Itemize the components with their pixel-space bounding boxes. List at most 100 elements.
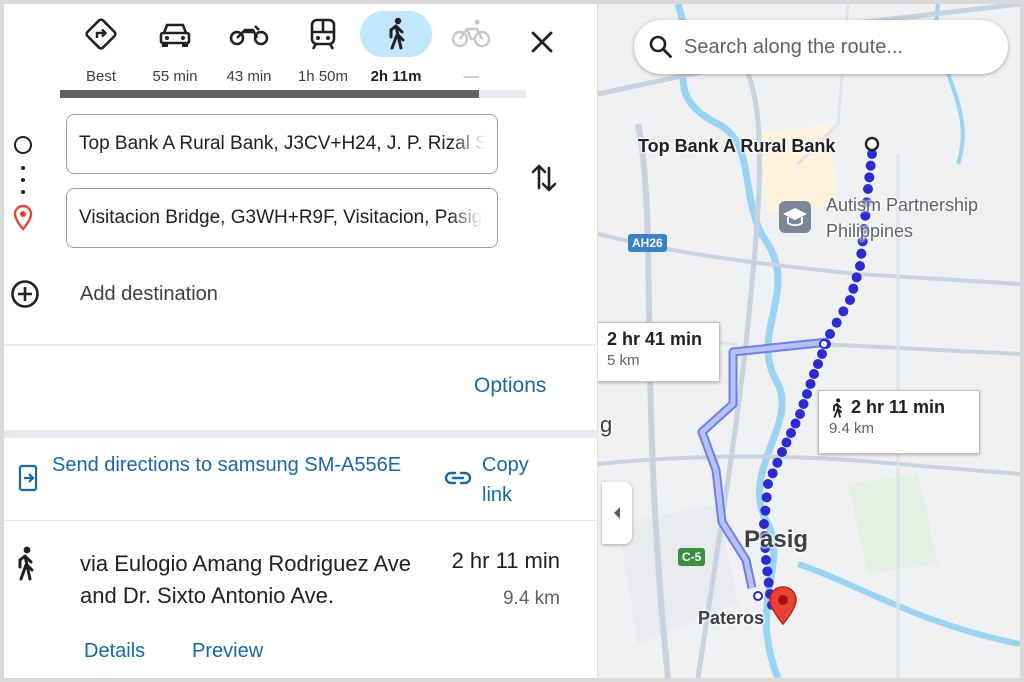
route-dot — [838, 306, 849, 317]
route-option-card[interactable]: via Eulogio Amang Rodriguez Ave and Dr. … — [4, 534, 598, 678]
alt-route-tooltip[interactable]: 2 hr 41 min 5 km — [598, 322, 720, 382]
destination-map-pin-icon[interactable] — [768, 586, 798, 626]
origin-circle-icon — [14, 136, 32, 154]
route-dot — [851, 272, 862, 283]
mode-walk-label: 2h 11m — [370, 68, 422, 85]
send-to-phone-icon — [18, 464, 38, 492]
mode-drive[interactable]: 55 min — [138, 14, 212, 94]
poi-label-line1: Autism Partnership — [826, 195, 979, 215]
divider — [4, 430, 598, 438]
route-dot — [761, 492, 772, 503]
route-dot — [813, 359, 823, 369]
search-icon — [649, 35, 672, 58]
route-via-text: via Eulogio Amang Rodriguez Ave and Dr. … — [80, 551, 412, 608]
route-dot — [805, 379, 816, 389]
add-destination-button[interactable]: Add destination — [10, 276, 218, 312]
poi-label[interactable]: Autism Partnership Philippines — [826, 192, 978, 244]
collapse-panel-button[interactable] — [602, 482, 632, 544]
chevron-left-icon — [614, 507, 620, 519]
swap-vertical-icon — [531, 164, 557, 192]
city-label-pasig: Pasig — [744, 526, 809, 553]
route-inputs: Top Bank A Rural Bank, J3CV+H24, J. P. R… — [4, 104, 598, 344]
destination-input-value: Visitacion Bridge, G3WH+R9F, Visitacion,… — [79, 207, 483, 228]
search-placeholder: Search along the route... — [684, 35, 904, 58]
divider — [4, 520, 598, 521]
route-diamond-icon — [81, 14, 121, 54]
loading-progress-bar — [60, 90, 526, 98]
mode-walk[interactable]: 2h 11m — [356, 11, 436, 94]
preview-link[interactable]: Preview — [192, 640, 263, 663]
mode-bike-label: — — [463, 68, 479, 85]
walk-icon — [18, 546, 34, 581]
progress-fill — [60, 90, 480, 98]
mode-bike[interactable]: — — [434, 14, 508, 94]
mode-motorcycle-label: 43 min — [226, 68, 272, 85]
route-dot — [760, 505, 771, 516]
mode-best-label: Best — [85, 68, 116, 85]
directions-panel: Best 55 min 43 min 1h 50m 2h 11m — Top B… — [4, 4, 598, 678]
route-dot — [809, 369, 819, 379]
destination-input[interactable]: Visitacion Bridge, G3WH+R9F, Visitacion,… — [66, 188, 498, 248]
search-along-route-input[interactable]: Search along the route... — [634, 20, 1008, 74]
close-icon — [531, 31, 553, 53]
origin-input-value: Top Bank A Rural Bank, J3CV+H24, J. P. R… — [79, 133, 485, 154]
motorcycle-icon — [229, 14, 269, 54]
walk-icon — [360, 11, 432, 57]
route-dot — [864, 172, 875, 183]
add-destination-label: Add destination — [80, 282, 218, 305]
school-poi-icon[interactable] — [778, 200, 812, 234]
travel-mode-bar: Best 55 min 43 min 1h 50m 2h 11m — — [4, 4, 598, 96]
map-view[interactable]: Search along the route... Top Bank A Rur… — [598, 4, 1020, 678]
main-route-distance: 9.4 km — [829, 420, 875, 437]
route-dot — [762, 566, 773, 577]
route-dot — [855, 261, 865, 271]
route-dot — [817, 349, 827, 359]
mode-motorcycle[interactable]: 43 min — [212, 14, 286, 94]
app-window: Best 55 min 43 min 1h 50m 2h 11m — Top B… — [4, 4, 1020, 678]
highway-shield-ah26: AH26 — [628, 234, 667, 252]
divider — [4, 344, 598, 346]
route-distance: 9.4 km — [502, 588, 560, 609]
route-dot — [845, 295, 855, 305]
route-dot — [761, 555, 771, 565]
route-dot — [795, 409, 805, 419]
route-dot — [848, 283, 859, 294]
destination-pin-icon — [13, 204, 33, 231]
route-dot — [825, 329, 835, 339]
origin-input[interactable]: Top Bank A Rural Bank, J3CV+H24, J. P. R… — [66, 114, 498, 174]
route-dots-icon — [21, 166, 25, 194]
route-dot — [798, 399, 809, 409]
route-dot — [772, 457, 783, 468]
route-dot — [777, 447, 787, 457]
send-directions-button[interactable]: Send directions to samsung SM-A556E — [12, 448, 432, 514]
route-dot — [865, 160, 876, 171]
alt-route-distance: 5 km — [607, 352, 640, 369]
town-label-pateros: Pateros — [698, 608, 765, 628]
route-dot — [790, 418, 801, 429]
details-link[interactable]: Details — [84, 640, 145, 663]
close-button[interactable] — [522, 22, 562, 62]
route-dot — [831, 317, 842, 328]
train-icon — [303, 14, 343, 54]
main-route-tooltip[interactable]: 2 hr 11 min 9.4 km — [818, 390, 980, 454]
highway-shield-c5: C-5 — [678, 548, 706, 566]
copy-link-label: Copy link — [482, 454, 529, 506]
mode-transit-label: 1h 50m — [297, 68, 349, 85]
route-dot — [763, 479, 773, 489]
car-icon — [155, 14, 195, 54]
route-duration: 2 hr 11 min — [451, 548, 560, 573]
alt-route-duration: 2 hr 41 min — [607, 329, 703, 349]
swap-button[interactable] — [526, 160, 562, 196]
mode-drive-label: 55 min — [152, 68, 198, 85]
copy-link-button[interactable]: Copy link — [440, 448, 590, 514]
route-dot — [781, 437, 792, 448]
mode-best[interactable]: Best — [64, 14, 138, 94]
options-button[interactable]: Options — [474, 374, 546, 398]
poi-label-line2: Philippines — [826, 221, 914, 241]
route-dot — [767, 468, 778, 479]
partial-place-label: g — [600, 412, 613, 437]
bike-icon — [451, 14, 491, 54]
mode-transit[interactable]: 1h 50m — [286, 14, 360, 94]
send-directions-label: Send directions to samsung SM-A556E — [52, 454, 402, 476]
add-circle-icon — [11, 280, 39, 308]
